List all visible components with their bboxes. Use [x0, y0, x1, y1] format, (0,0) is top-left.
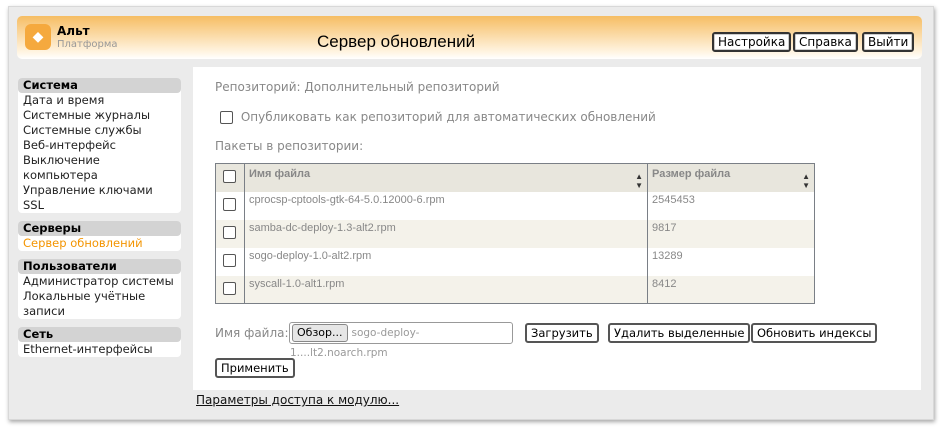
column-header-name[interactable]: Имя файла ▲ ▼	[244, 163, 648, 192]
sidebar-group: Серверы Сервер обновлений	[18, 221, 181, 251]
packages-label: Пакеты в репозитории:	[215, 139, 364, 153]
packages-table: Имя файла ▲ ▼ Размер файла ▲ ▼ cprocsp-cptoo…	[215, 163, 815, 304]
table-row[interactable]: syscall-1.0-alt1.rpm 8412	[215, 275, 815, 304]
sidebar-item[interactable]: Системные службы	[18, 123, 181, 138]
table-row[interactable]: cprocsp-cptools-gtk-64-5.0.12000-6.rpm 25…	[215, 191, 815, 220]
sidebar: Система Дата и время Системные журналы Сист…	[18, 78, 181, 365]
sort-icon[interactable]: ▲ ▼	[635, 172, 643, 190]
sidebar-group-title: Система	[18, 78, 181, 93]
file-label: Имя файла:	[215, 326, 289, 340]
sidebar-group: Сеть Ethernet-интерфейсы	[18, 327, 181, 357]
sidebar-item[interactable]: Ethernet-интерфейсы	[18, 342, 181, 357]
access-settings-link[interactable]: Параметры доступа к модулю...	[196, 393, 399, 407]
file-name-cell: syscall-1.0-alt1.rpm	[244, 275, 648, 304]
file-size-cell: 8412	[647, 275, 815, 304]
file-size-cell: 9817	[647, 219, 815, 248]
brand-sub: Платформа	[57, 39, 118, 50]
sidebar-item[interactable]: Веб-интерфейс	[18, 138, 181, 153]
sidebar-group-title: Серверы	[18, 221, 181, 236]
sidebar-group: Система Дата и время Системные журналы Сист…	[18, 78, 181, 213]
upload-button[interactable]: Загрузить	[525, 323, 599, 343]
row-checkbox[interactable]	[223, 253, 236, 267]
sidebar-item[interactable]: Дата и время	[18, 93, 181, 108]
publish-option[interactable]: Опубликовать как репозиторий для автомат…	[220, 110, 656, 124]
apply-button[interactable]: Применить	[215, 358, 295, 378]
file-input[interactable]: Обзор... sogo-deploy-1....lt2.noarch.rpm	[289, 322, 513, 359]
sidebar-item[interactable]: Сервер обновлений	[18, 236, 181, 251]
row-checkbox[interactable]	[223, 197, 236, 211]
row-checkbox[interactable]	[223, 225, 236, 239]
sidebar-group: Пользователи Администратор системы Локальн…	[18, 259, 181, 319]
settings-button[interactable]: Настройка	[712, 32, 792, 52]
logout-button[interactable]: Выйти	[862, 32, 915, 52]
main-content: Репозиторий: Дополнительный репозиторий …	[193, 67, 921, 390]
logo-icon: ◆	[25, 24, 51, 50]
publish-label: Опубликовать как репозиторий для автомат…	[240, 110, 656, 124]
delete-selected-button[interactable]: Удалить выделенные	[608, 323, 751, 343]
browse-button[interactable]: Обзор...	[292, 324, 348, 342]
page-title: Сервер обновлений	[317, 32, 476, 51]
publish-checkbox[interactable]	[220, 111, 233, 124]
table-row[interactable]: samba-dc-deploy-1.3-alt2.rpm 9817	[215, 219, 815, 248]
brand-name: Альт	[57, 24, 90, 38]
repo-label: Репозиторий: Дополнительный репозиторий	[215, 80, 500, 94]
sidebar-item[interactable]: Администратор системы	[18, 274, 181, 289]
sidebar-item[interactable]: Локальные учётные записи	[18, 289, 181, 319]
file-size-cell: 2545453	[647, 191, 815, 220]
file-name-cell: samba-dc-deploy-1.3-alt2.rpm	[244, 219, 648, 248]
header-label: Имя файла	[249, 168, 311, 180]
reindex-button[interactable]: Обновить индексы	[751, 323, 878, 343]
sidebar-item[interactable]: Системные журналы	[18, 108, 181, 123]
column-header-size[interactable]: Размер файла ▲ ▼	[647, 163, 815, 192]
row-checkbox[interactable]	[223, 281, 236, 295]
file-size-cell: 13289	[647, 247, 815, 276]
sidebar-group-title: Сеть	[18, 327, 181, 342]
sidebar-item[interactable]: Управление ключами SSL	[18, 183, 181, 213]
file-name-cell: cprocsp-cptools-gtk-64-5.0.12000-6.rpm	[244, 191, 648, 220]
header-label: Размер файла	[652, 168, 731, 180]
sidebar-group-title: Пользователи	[18, 259, 181, 274]
select-all-checkbox[interactable]	[223, 170, 236, 183]
file-name-cell: sogo-deploy-1.0-alt2.rpm	[244, 247, 648, 276]
sidebar-item[interactable]: Выключение компьютера	[18, 153, 181, 183]
header: ◆ Альт Платформа Сервер обновлений Настр…	[17, 16, 922, 59]
help-button[interactable]: Справка	[793, 32, 858, 52]
sort-icon[interactable]: ▲ ▼	[802, 172, 810, 190]
table-row[interactable]: sogo-deploy-1.0-alt2.rpm 13289	[215, 247, 815, 276]
